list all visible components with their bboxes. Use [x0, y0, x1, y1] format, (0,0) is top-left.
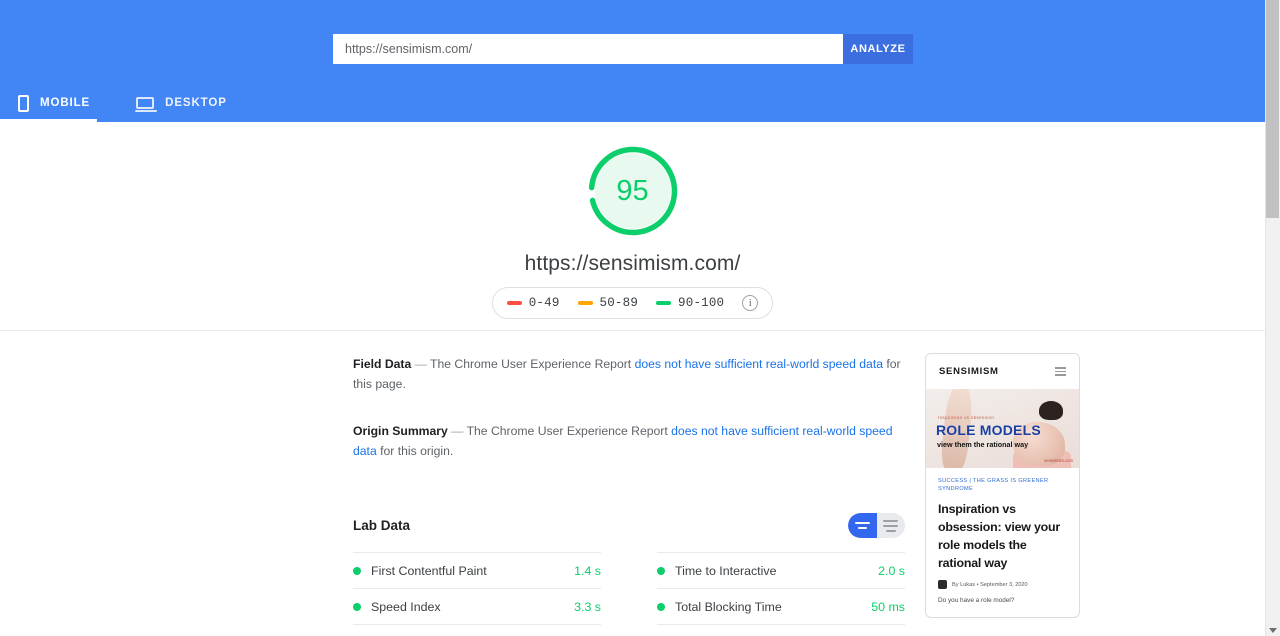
browser-scrollbar-track[interactable]	[1265, 0, 1280, 636]
search-input[interactable]	[333, 34, 843, 64]
metric-status-dot	[657, 566, 665, 575]
table-row[interactable]: Speed Index 3.3 s	[353, 588, 601, 624]
metric-status-dot	[353, 566, 361, 575]
score-legend: 0-49 50-89 90-100 i	[0, 287, 1265, 319]
legend-item-poor: 0-49	[506, 296, 560, 310]
hero-subtitle: view them the rational way	[937, 440, 1029, 449]
legend-item-good: 90-100	[656, 296, 724, 310]
list-view-button[interactable]	[848, 513, 877, 538]
origin-summary-text-after: for this origin.	[380, 443, 454, 458]
table-row[interactable]: First Contentful Paint 1.4 s	[353, 552, 601, 588]
preview-excerpt: Do you have a role model?	[938, 597, 1015, 604]
metrics-column-right: Time to Interactive 2.0 s Total Blocking…	[629, 552, 905, 636]
preview-hero-image: Inspiration vs obsession ROLE MODELS vie…	[926, 389, 1079, 468]
preview-brand: SENSIMISM	[939, 366, 999, 377]
tab-mobile[interactable]: MOBILE	[0, 84, 118, 122]
tab-desktop[interactable]: DESKTOP	[118, 84, 255, 122]
lab-data-header: Lab Data	[353, 513, 905, 538]
avatar	[938, 580, 947, 589]
list-view-icon-bar	[857, 527, 867, 529]
metric-name: Speed Index	[371, 599, 441, 614]
table-row[interactable]: Total Blocking Time 50 ms	[657, 588, 905, 624]
hero-kicker: Inspiration vs obsession	[938, 415, 995, 420]
tab-mobile-label: MOBILE	[40, 97, 91, 109]
detail-view-button[interactable]	[877, 513, 906, 538]
legend-label-good: 90-100	[678, 296, 725, 310]
report-left-column: Field Data — The Chrome User Experience …	[353, 331, 905, 636]
field-data-title: Field Data	[353, 357, 412, 371]
legend-dash-red	[506, 301, 522, 305]
table-row[interactable]: Time to Interactive 2.0 s	[657, 552, 905, 588]
metric-value: 1.4 s	[574, 563, 601, 578]
metric-name: First Contentful Paint	[371, 563, 487, 578]
report-content: Field Data — The Chrome User Experience …	[0, 331, 1265, 636]
metric-value: 2.0 s	[878, 563, 905, 578]
metric-name: Total Blocking Time	[675, 599, 782, 614]
detail-view-icon-bar	[883, 524, 899, 527]
score-value: 95	[616, 174, 649, 207]
legend-label-average: 50-89	[599, 296, 639, 310]
preview-byline: By Lukas • September 3, 2020	[952, 581, 1028, 588]
legend-dash-green	[656, 301, 672, 305]
legend-dash-orange	[577, 301, 593, 305]
browser-scrollbar-thumb[interactable]	[1266, 0, 1279, 218]
mobile-icon	[18, 94, 29, 112]
scroll-down-arrow-icon[interactable]	[1269, 628, 1277, 633]
lab-metrics: First Contentful Paint 1.4 s Speed Index…	[353, 552, 905, 636]
performance-gauge: 95	[586, 144, 680, 238]
field-data-text-before: The Chrome User Experience Report	[430, 357, 632, 371]
origin-summary-separator: —	[451, 424, 464, 438]
analyzed-url: https://sensimism.com/	[524, 252, 741, 275]
pagespeed-insights-page: ANALYZE MOBILE DESKTOP 95 https://s	[0, 0, 1280, 636]
preview-category-link: SUCCESS | THE GRASS IS GREENER SYNDROME	[938, 478, 1049, 492]
detail-view-icon-bar	[883, 519, 899, 522]
url-search-row: ANALYZE	[333, 34, 913, 64]
info-icon[interactable]: i	[742, 295, 759, 311]
desktop-icon	[135, 97, 158, 112]
hero-figure-hair	[1039, 401, 1063, 420]
lab-data-title: Lab Data	[353, 518, 411, 533]
score-section: 95 https://sensimism.com/ 0-49 50-89 90-…	[0, 122, 1265, 331]
metric-value: 50 ms	[871, 599, 905, 614]
table-row[interactable]: Largest Contentful Paint 2.6 s	[353, 624, 601, 636]
hamburger-icon	[1055, 367, 1066, 376]
field-data-link[interactable]: does not have sufficient real-world spee…	[635, 357, 883, 371]
preview-site-header: SENSIMISM	[926, 354, 1079, 389]
detail-view-icon-bar	[885, 529, 896, 532]
analyze-button[interactable]: ANALYZE	[843, 34, 913, 64]
field-data-separator: —	[414, 357, 427, 371]
view-toggle	[848, 513, 905, 538]
origin-summary-paragraph: Origin Summary — The Chrome User Experie…	[353, 422, 905, 461]
gauge-wrapper: 95	[0, 144, 1265, 238]
metrics-column-left: First Contentful Paint 1.4 s Speed Index…	[353, 552, 629, 636]
list-view-icon-bar	[854, 522, 870, 524]
origin-summary-text-before: The Chrome User Experience Report	[466, 424, 668, 438]
hero-watermark: sensimism.com	[1044, 458, 1073, 463]
field-data-paragraph: Field Data — The Chrome User Experience …	[353, 355, 905, 394]
page-screenshot-preview: SENSIMISM Inspiration vs obsession ROLE …	[925, 353, 1080, 618]
device-tabs: MOBILE DESKTOP	[0, 84, 255, 122]
preview-byline-row: By Lukas • September 3, 2020	[938, 580, 1067, 589]
hero-title: ROLE MODELS	[936, 422, 1041, 438]
metric-name: Time to Interactive	[675, 563, 777, 578]
metric-status-dot	[353, 602, 361, 611]
metric-value: 3.3 s	[574, 599, 601, 614]
legend-label-poor: 0-49	[528, 296, 560, 310]
preview-article: SUCCESS | THE GRASS IS GREENER SYNDROME …	[926, 468, 1079, 604]
preview-headline: Inspiration vs obsession: view your role…	[938, 502, 1061, 570]
tab-desktop-label: DESKTOP	[165, 97, 227, 109]
legend-item-average: 50-89	[577, 296, 639, 310]
table-row[interactable]: Cumulative Layout Shift 0	[657, 624, 905, 636]
origin-summary-title: Origin Summary	[353, 424, 448, 438]
metric-status-dot	[657, 602, 665, 611]
app-header: ANALYZE MOBILE DESKTOP	[0, 0, 1265, 122]
